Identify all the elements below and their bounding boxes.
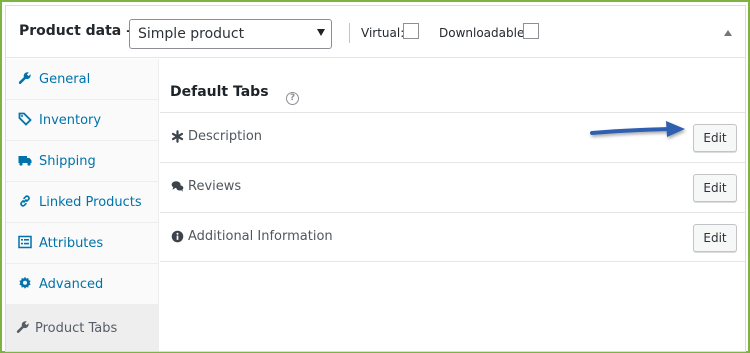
sidebar-item-general[interactable]: General [6, 59, 159, 100]
sidebar-item-label: Inventory [39, 113, 102, 128]
product-type-select[interactable]: Simple product [129, 19, 332, 49]
sidebar-item-label: Shipping [39, 154, 96, 169]
product-type-value: Simple product [138, 26, 245, 42]
sidebar-item-label: Advanced [39, 277, 104, 292]
tab-row-additional-information: Additional Information Edit [160, 212, 745, 262]
info-icon [171, 230, 184, 243]
edit-additional-information-button[interactable]: Edit [693, 224, 737, 252]
downloadable-checkbox[interactable] [523, 23, 539, 39]
sidebar-item-linked-products[interactable]: Linked Products [6, 182, 159, 223]
sidebar-item-advanced[interactable]: Advanced [6, 264, 159, 305]
product-data-tabs: General Inventory Shipping Linked Produc… [6, 59, 159, 351]
gear-icon [19, 276, 31, 289]
page-title: Default Tabs [170, 84, 269, 100]
virtual-checkbox[interactable] [403, 23, 419, 39]
comments-icon [171, 181, 184, 192]
truck-icon [18, 156, 32, 166]
sidebar-item-product-tabs[interactable]: Product Tabs [6, 305, 159, 351]
screenshot-frame: Product data — Simple product Virtual: D… [0, 0, 750, 353]
tab-label: Reviews [188, 179, 242, 194]
wrench-icon [18, 72, 31, 84]
list-icon [18, 235, 32, 249]
sidebar-item-shipping[interactable]: Shipping [6, 141, 159, 182]
header-divider [349, 23, 350, 43]
sidebar-item-label: Linked Products [39, 195, 142, 210]
annotation-arrow-icon [590, 121, 685, 137]
virtual-label: Virtual: [361, 26, 405, 40]
link-icon [20, 195, 30, 207]
product-data-panel: Product data — Simple product Virtual: D… [5, 5, 746, 352]
sidebar-item-attributes[interactable]: Attributes [6, 223, 159, 264]
product-data-header: Product data — Simple product Virtual: D… [6, 6, 745, 58]
edit-reviews-button[interactable]: Edit [693, 174, 737, 202]
tag-icon [18, 112, 32, 126]
chevron-down-icon [317, 29, 325, 36]
tab-label: Additional Information [188, 229, 333, 244]
edit-description-button[interactable]: Edit [693, 124, 737, 152]
asterisk-icon [171, 130, 184, 143]
downloadable-label: Downloadable: [439, 26, 529, 40]
sidebar-item-inventory[interactable]: Inventory [6, 100, 159, 141]
sidebar-item-label: Product Tabs [35, 321, 118, 336]
sidebar-item-label: Attributes [39, 236, 104, 251]
tab-row-reviews: Reviews Edit [160, 162, 745, 212]
collapse-toggle-icon[interactable] [724, 30, 732, 36]
product-tabs-content: Default Tabs ? Description Edit Reviews … [160, 59, 745, 351]
help-icon[interactable]: ? [286, 92, 299, 105]
tab-label: Description [188, 129, 263, 144]
product-data-title: Product data — [19, 23, 141, 39]
sidebar-item-label: General [39, 72, 91, 87]
wrench-icon [16, 321, 29, 333]
